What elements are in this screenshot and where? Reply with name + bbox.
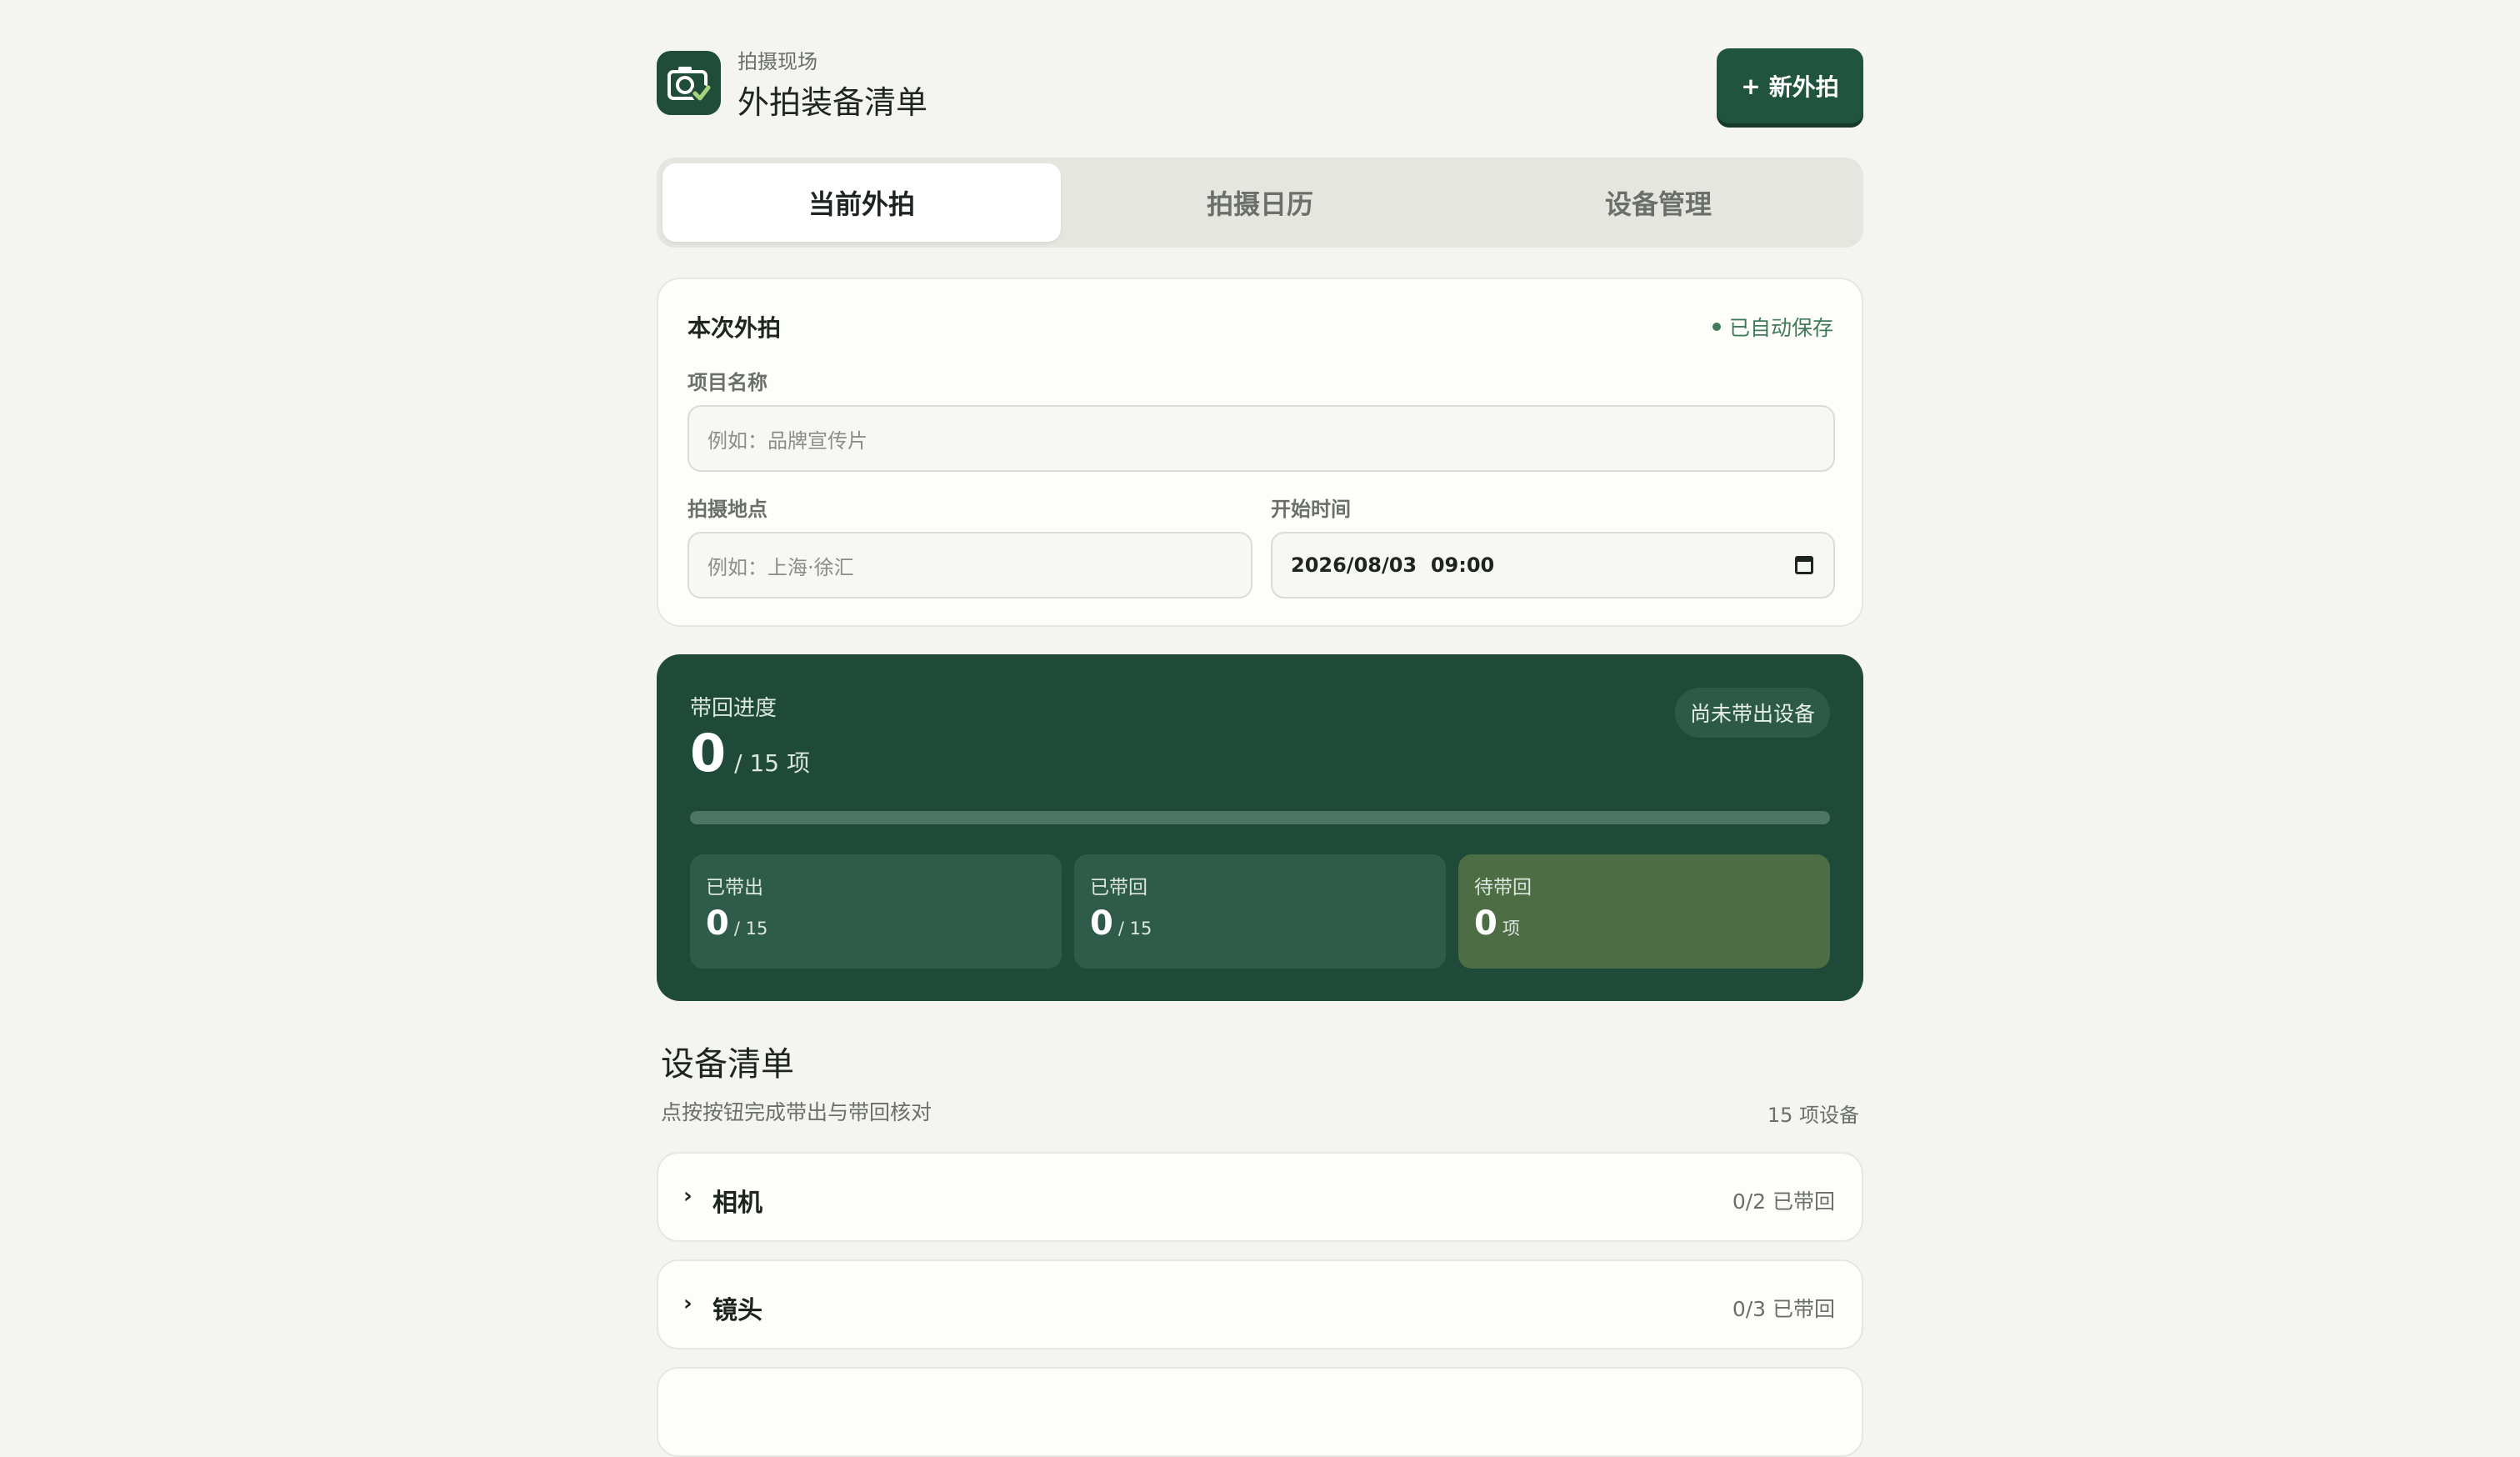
tab-current-shoot[interactable]: 当前外拍 — [662, 163, 1061, 242]
category-row-camera[interactable]: › 相机 0/2 已带回 — [657, 1152, 1863, 1242]
category-row-lens[interactable]: › 镜头 0/3 已带回 — [657, 1259, 1863, 1349]
stat-label: 已带回 — [1090, 877, 1148, 899]
stat-unit: / 15 — [1118, 919, 1152, 939]
app-subtitle: 拍摄现场 — [738, 50, 818, 73]
stat-value: 0 / 15 — [706, 904, 768, 943]
stat-unit: / 15 — [733, 919, 768, 939]
location-label: 拍摄地点 — [688, 498, 768, 521]
start-time-field[interactable]: 2026/08/03 09:00 — [1271, 532, 1835, 598]
equipment-list-title: 设备清单 — [661, 1045, 794, 1084]
page-header: 拍摄现场 外拍装备清单 + 新外拍 — [657, 0, 1863, 142]
stat-label: 待带回 — [1474, 877, 1532, 899]
stat-label: 已带出 — [706, 877, 763, 899]
progress-label: 带回进度 — [690, 696, 778, 721]
status-dot-icon — [1712, 323, 1721, 331]
app-container: 拍摄现场 外拍装备清单 + 新外拍 当前外拍 拍摄日历 设备管理 本次外拍 已自… — [657, 0, 1863, 1457]
stat-returned: 已带回 0 / 15 — [1074, 854, 1446, 969]
status-badge: 尚未带出设备 — [1674, 688, 1830, 738]
stat-number: 0 — [706, 904, 729, 943]
tab-equipment-management[interactable]: 设备管理 — [1459, 163, 1858, 242]
plus-icon: + — [1741, 72, 1761, 100]
location-input[interactable]: 例如：上海·徐汇 — [688, 532, 1252, 598]
autosave-status: 已自动保存 — [1712, 312, 1833, 342]
camera-check-icon — [657, 51, 721, 115]
category-status: 0/3 已带回 — [1732, 1297, 1835, 1321]
tab-bar: 当前外拍 拍摄日历 设备管理 — [657, 158, 1863, 248]
stat-pending-return: 待带回 0 项 — [1458, 854, 1830, 969]
stat-value: 0 项 — [1474, 904, 1520, 943]
category-status: 0/2 已带回 — [1732, 1189, 1835, 1214]
chevron-right-icon: › — [683, 1184, 692, 1209]
form-title: 本次外拍 — [688, 314, 782, 342]
stat-value: 0 / 15 — [1090, 904, 1152, 943]
start-time-label: 开始时间 — [1271, 498, 1351, 521]
stat-taken-out: 已带出 0 / 15 — [690, 854, 1062, 969]
category-name: 镜头 — [712, 1296, 762, 1325]
page-title: 外拍装备清单 — [738, 84, 928, 121]
stat-number: 0 — [1090, 904, 1113, 943]
stat-number: 0 — [1474, 904, 1498, 943]
new-shoot-button[interactable]: + 新外拍 — [1717, 48, 1863, 123]
new-shoot-label: 新外拍 — [1768, 73, 1839, 101]
category-name: 相机 — [712, 1189, 762, 1218]
project-name-label: 项目名称 — [688, 371, 768, 394]
progress-count-unit: / 15 项 — [734, 749, 811, 777]
shoot-form-card: 本次外拍 已自动保存 项目名称 例如：品牌宣传片 拍摄地点 例如：上海·徐汇 开… — [657, 278, 1863, 627]
start-time-value: 2026/08/03 09:00 — [1291, 553, 1495, 577]
progress-bar — [690, 811, 1830, 824]
category-row-next[interactable] — [657, 1367, 1863, 1457]
tab-shoot-calendar[interactable]: 拍摄日历 — [1061, 163, 1459, 242]
equipment-count: 15 项设备 — [1767, 1104, 1859, 1127]
return-progress-card: 带回进度 0 / 15 项 尚未带出设备 已带出 0 / 15 已带回 0 / … — [657, 654, 1863, 1001]
progress-count: 0 / 15 项 — [690, 723, 810, 784]
chevron-right-icon: › — [683, 1291, 692, 1316]
equipment-list-subtitle: 点按按钮完成带出与带回核对 — [661, 1100, 932, 1124]
project-name-input[interactable]: 例如：品牌宣传片 — [688, 405, 1835, 472]
stat-unit: 项 — [1502, 919, 1520, 939]
autosave-label: 已自动保存 — [1728, 316, 1833, 340]
progress-count-value: 0 — [690, 723, 727, 784]
calendar-icon[interactable] — [1795, 556, 1813, 574]
